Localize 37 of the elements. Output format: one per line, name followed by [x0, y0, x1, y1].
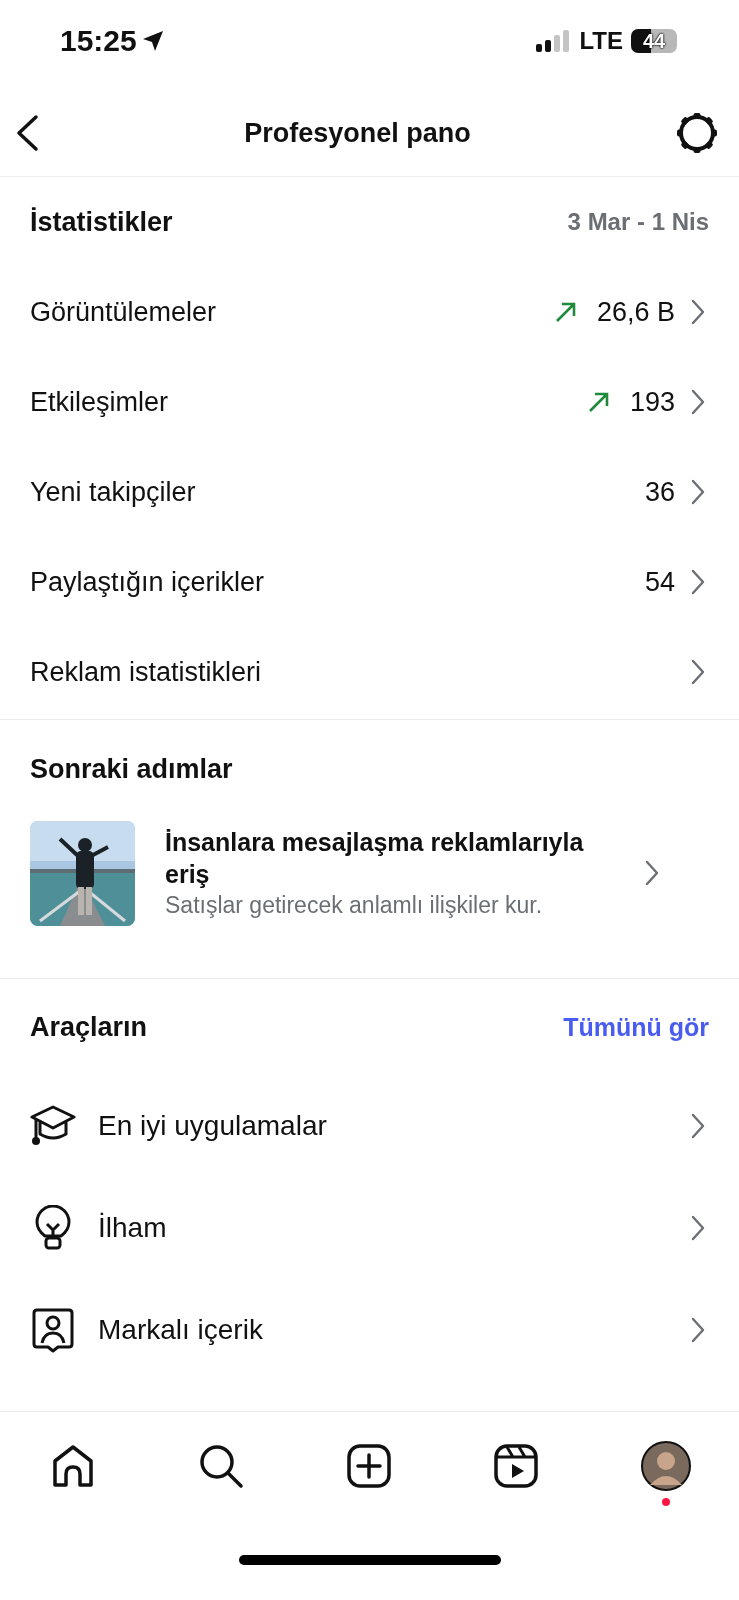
- add-tab[interactable]: [345, 1443, 392, 1489]
- section-title: Sonraki adımlar: [30, 753, 233, 785]
- chevron-icon: [645, 860, 659, 886]
- chevron-icon: [691, 1215, 705, 1241]
- stat-row[interactable]: Görüntülemeler 26,6 B: [0, 267, 739, 357]
- chevron-icon: [691, 569, 705, 595]
- search-tab[interactable]: [197, 1443, 244, 1489]
- card-title: İnsanlara mesajlaşma reklamlarıyla eriş: [165, 827, 585, 890]
- graduation-cap-icon: [30, 1104, 76, 1148]
- chevron-icon: [691, 479, 705, 505]
- chevron-icon: [691, 1317, 705, 1343]
- chevron-icon: [691, 299, 705, 325]
- date-range: 3 Mar - 1 Nis: [567, 208, 709, 236]
- section-title: İstatistikler: [30, 206, 173, 238]
- chevron-icon: [691, 1113, 705, 1139]
- status-time: 15:25: [60, 24, 137, 58]
- person-badge-icon: [30, 1307, 76, 1353]
- stat-row[interactable]: Reklam istatistikleri: [0, 627, 739, 717]
- chevron-icon: [691, 659, 705, 685]
- section-title: Araçların: [30, 1011, 148, 1043]
- tool-row[interactable]: En iyi uygulamalar: [0, 1075, 739, 1177]
- stat-row[interactable]: Paylaştığın içerikler 54: [0, 537, 739, 627]
- see-all-link[interactable]: Tümünü gör: [563, 1012, 709, 1042]
- chevron-icon: [691, 389, 705, 415]
- signal-icon: [535, 29, 572, 53]
- suggestion-card[interactable]: İnsanlara mesajlaşma reklamlarıyla eriş Satışlar getirecek anlamlı ilişkiler kur.: [0, 818, 739, 928]
- stat-row[interactable]: Etkileşimler 193: [0, 357, 739, 447]
- back-button[interactable]: [14, 113, 40, 153]
- reels-tab[interactable]: [493, 1443, 540, 1489]
- network-label: LTE: [579, 27, 623, 55]
- stat-row[interactable]: Yeni takipçiler 36: [0, 447, 739, 537]
- page-title: Profesyonel pano: [244, 117, 471, 149]
- card-subtitle: Satışlar getirecek anlamlı ilişkiler kur.: [165, 891, 544, 920]
- home-tab[interactable]: [50, 1443, 96, 1489]
- settings-button[interactable]: [675, 111, 719, 155]
- tool-row[interactable]: Markalı içerik: [0, 1279, 739, 1381]
- tool-row[interactable]: İlham: [0, 1177, 739, 1279]
